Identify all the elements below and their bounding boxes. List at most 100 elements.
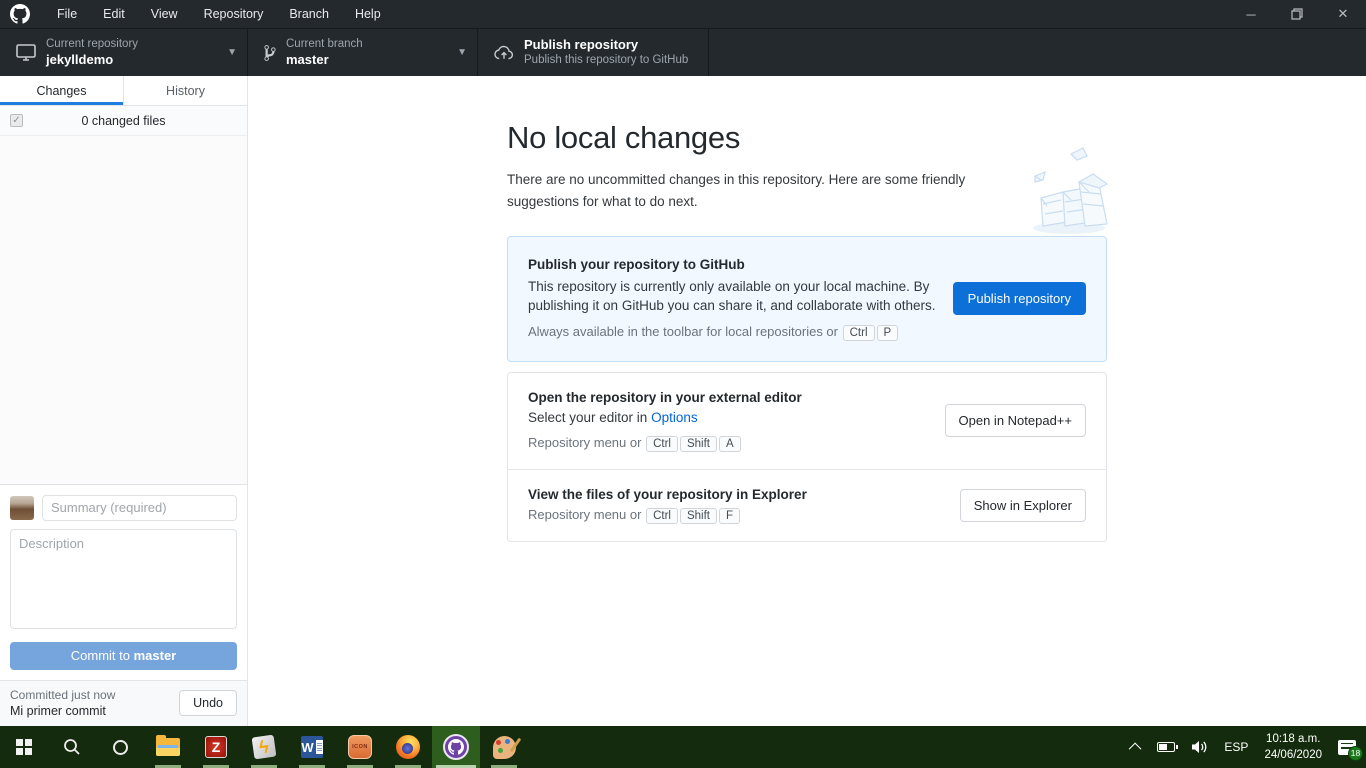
summary-input[interactable] (42, 495, 237, 521)
page-subtitle: There are no uncommitted changes in this… (507, 169, 1009, 214)
kbd-f: F (719, 508, 740, 524)
search-icon (63, 738, 81, 756)
show-in-explorer-card: View the files of your repository in Exp… (508, 469, 1106, 541)
cloud-upload-icon (494, 45, 514, 61)
open-editor-title: Open the repository in your external edi… (528, 390, 931, 405)
windows-taskbar: Z ϟ W ICON ESP 10:18 a.m. 24/06/2020 18 (0, 726, 1366, 768)
taskbar-winamp[interactable]: ϟ (240, 726, 288, 768)
changes-sidebar: Changes History ✓ 0 changed files Commit… (0, 76, 248, 726)
page-title: No local changes (507, 120, 1107, 156)
current-repository-value: jekylldemo (46, 52, 138, 68)
committed-banner: Committed just now Mi primer commit Undo (0, 680, 247, 726)
titlebar: File Edit View Repository Branch Help ─ … (0, 0, 1366, 28)
open-editor-hint: Repository menu or CtrlShiftA (528, 435, 931, 452)
cortana-button[interactable] (96, 726, 144, 768)
open-in-notepad-button[interactable]: Open in Notepad++ (945, 404, 1086, 437)
taskbar-word[interactable]: W (288, 726, 336, 768)
battery-icon[interactable] (1157, 742, 1175, 752)
kbd-shift: Shift (680, 436, 717, 452)
publish-card-description: This repository is currently only availa… (528, 277, 939, 316)
current-branch-dropdown[interactable]: Current branch master ▼ (248, 29, 478, 76)
taskbar-zotero[interactable]: Z (192, 726, 240, 768)
publish-card-title: Publish your repository to GitHub (528, 257, 939, 272)
current-repository-label: Current repository (46, 37, 138, 51)
taskbar-icon-app[interactable]: ICON (336, 726, 384, 768)
minimize-icon[interactable]: ─ (1228, 0, 1274, 28)
description-input[interactable] (10, 529, 237, 629)
kbd-ctrl: Ctrl (646, 436, 678, 452)
winamp-icon: ϟ (252, 735, 277, 760)
start-button[interactable] (0, 726, 48, 768)
icon-app-icon: ICON (348, 735, 372, 759)
current-repository-dropdown[interactable]: Current repository jekylldemo ▼ (0, 29, 248, 76)
publish-card: Publish your repository to GitHub This r… (507, 236, 1107, 362)
taskbar-firefox[interactable] (384, 726, 432, 768)
menu-edit[interactable]: Edit (90, 0, 138, 28)
restore-icon[interactable] (1274, 0, 1320, 28)
changed-files-row: ✓ 0 changed files (0, 106, 247, 136)
taskbar-paint[interactable] (480, 726, 528, 768)
notification-badge: 18 (1348, 746, 1363, 761)
publish-repository-button[interactable]: Publish repository (953, 282, 1086, 315)
commit-form: Commit to master (0, 484, 247, 680)
show-explorer-title: View the files of your repository in Exp… (528, 487, 946, 502)
clock-date: 24/06/2020 (1264, 749, 1322, 761)
cortana-icon (113, 740, 128, 755)
chevron-down-icon: ▼ (219, 47, 237, 58)
zotero-icon: Z (205, 736, 227, 758)
changed-files-count: 0 changed files (0, 114, 247, 128)
menu-view[interactable]: View (138, 0, 191, 28)
taskbar-search-button[interactable] (48, 726, 96, 768)
github-desktop-window: File Edit View Repository Branch Help ─ … (0, 0, 1366, 726)
changed-files-list (0, 136, 247, 484)
commit-button[interactable]: Commit to master (10, 642, 237, 670)
github-desktop-icon (443, 734, 469, 760)
action-center-icon[interactable]: 18 (1338, 740, 1356, 755)
current-branch-label: Current branch (286, 37, 363, 51)
kbd-a: A (719, 436, 741, 452)
tab-history[interactable]: History (123, 76, 247, 105)
sidebar-tabs: Changes History (0, 76, 247, 106)
tab-changes[interactable]: Changes (0, 76, 123, 105)
menu-branch[interactable]: Branch (276, 0, 342, 28)
undo-button[interactable]: Undo (179, 690, 237, 716)
monitor-icon (16, 44, 36, 61)
windows-logo-icon (16, 739, 32, 755)
language-indicator[interactable]: ESP (1224, 740, 1248, 754)
kbd-p: P (877, 325, 899, 341)
menu-file[interactable]: File (44, 0, 90, 28)
menu-help[interactable]: Help (342, 0, 394, 28)
main-panel: No local changes There are no uncommitte… (248, 76, 1366, 726)
kbd-ctrl: Ctrl (843, 325, 875, 341)
clock-time: 10:18 a.m. (1266, 733, 1320, 745)
taskbar-github-desktop[interactable] (432, 726, 480, 768)
chevron-up-icon[interactable] (1129, 742, 1142, 755)
window-controls: ─ ✕ (1228, 0, 1366, 28)
options-link[interactable]: Options (651, 410, 698, 425)
open-editor-line: Select your editor in Options (528, 410, 931, 425)
taskbar-file-explorer[interactable] (144, 726, 192, 768)
committed-message: Mi primer commit (10, 703, 115, 720)
firefox-icon (396, 735, 420, 759)
publish-repository-subtitle: Publish this repository to GitHub (524, 53, 688, 67)
chevron-down-icon: ▼ (449, 47, 467, 58)
committed-status: Committed just now (10, 687, 115, 703)
suggestions-card-stack: Open the repository in your external edi… (507, 372, 1107, 542)
publish-repository-title: Publish repository (524, 37, 688, 53)
publish-repository-toolbar-button[interactable]: Publish repository Publish this reposito… (478, 29, 709, 76)
kbd-shift: Shift (680, 508, 717, 524)
paint-icon (493, 736, 516, 759)
word-icon: W (301, 736, 323, 758)
crumpled-paper-illustration (1019, 146, 1115, 238)
speaker-icon[interactable] (1191, 740, 1208, 754)
open-editor-card: Open the repository in your external edi… (508, 373, 1106, 469)
menu-repository[interactable]: Repository (191, 0, 277, 28)
system-tray: ESP 10:18 a.m. 24/06/2020 18 (1132, 726, 1366, 768)
github-logo-icon (10, 4, 30, 24)
file-explorer-icon (156, 738, 180, 756)
toolbar: Current repository jekylldemo ▼ Current … (0, 28, 1366, 76)
close-icon[interactable]: ✕ (1320, 0, 1366, 28)
taskbar-clock[interactable]: 10:18 a.m. 24/06/2020 (1264, 731, 1322, 763)
git-branch-icon (264, 44, 276, 62)
show-in-explorer-button[interactable]: Show in Explorer (960, 489, 1086, 522)
